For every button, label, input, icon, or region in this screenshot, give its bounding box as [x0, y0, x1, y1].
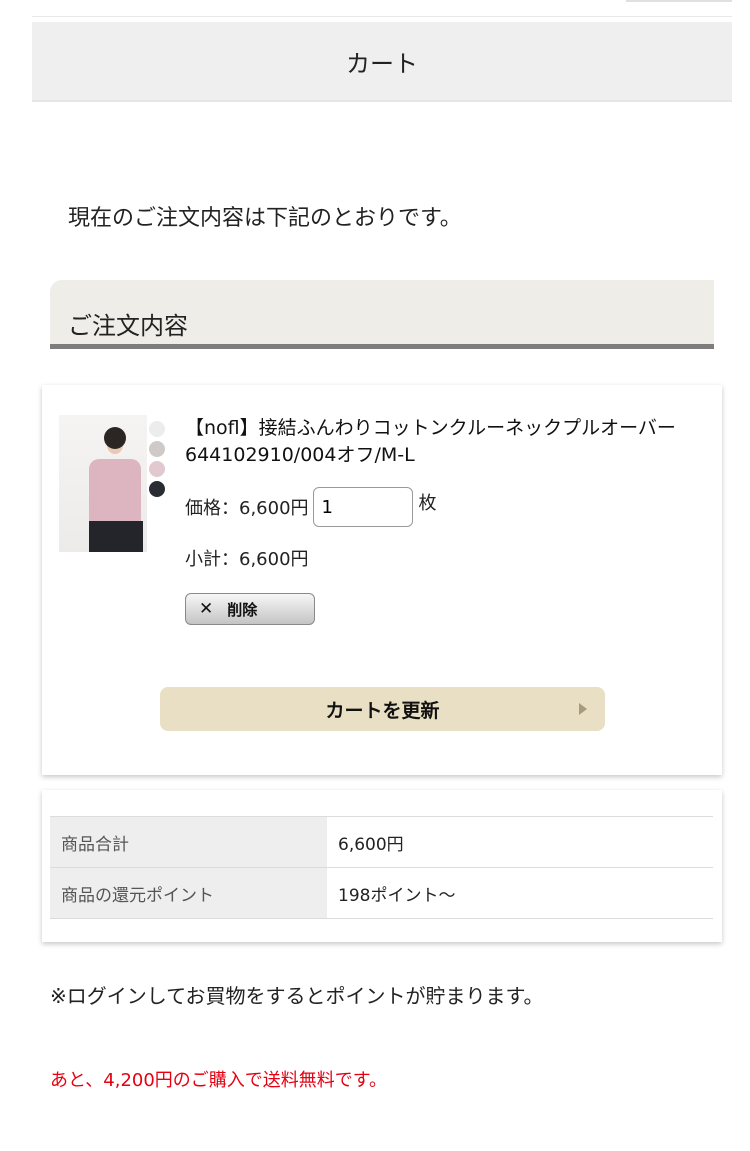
summary-table: 商品合計 6,600円 商品の還元ポイント 198ポイント〜: [50, 816, 713, 919]
item-subtotal: 小計：6,600円: [185, 549, 309, 570]
table-row: 商品の還元ポイント 198ポイント〜: [50, 867, 713, 919]
color-swatch: [149, 481, 165, 497]
item-name[interactable]: 【nofl】接結ふんわりコットンクルーネックプルオーバー 644102910/0…: [185, 415, 705, 469]
color-swatches: [149, 421, 167, 501]
color-swatch: [149, 421, 165, 437]
price-row: 価格：6,600円 枚: [185, 485, 437, 529]
login-note: ※ログインしてお買物をするとポイントが貯まります。: [50, 984, 544, 1008]
top-divider: [32, 16, 732, 17]
page-title: カート: [346, 49, 418, 78]
delete-label: 削除: [227, 600, 258, 619]
intro-text: 現在のご注文内容は下記のとおりです。: [68, 206, 462, 231]
product-image[interactable]: [59, 415, 147, 552]
product-image-pants: [89, 521, 143, 552]
item-price: 価格：6,600円: [185, 498, 309, 519]
close-icon: ✕: [199, 599, 214, 619]
product-image-hair: [104, 427, 126, 449]
color-swatch: [149, 441, 165, 457]
arrow-right-icon: [579, 703, 587, 715]
free-shipping-note: あと、4,200円のご購入で送料無料です。: [50, 1070, 388, 1091]
product-image-shirt: [89, 459, 141, 525]
quantity-input[interactable]: [312, 487, 413, 527]
top-tab-edge: [626, 0, 732, 2]
table-row: 商品合計 6,600円: [50, 816, 713, 868]
cart-header: カート: [32, 22, 732, 102]
update-cart-label: カートを更新: [325, 699, 440, 722]
quantity-unit: 枚: [418, 493, 437, 514]
cart-item-card: 【nofl】接結ふんわりコットンクルーネックプルオーバー 644102910/0…: [42, 385, 722, 775]
delete-button[interactable]: ✕ 削除: [185, 593, 315, 625]
summary-label: 商品の還元ポイント: [50, 867, 327, 919]
order-section-heading: ご注文内容: [50, 280, 714, 349]
update-cart-button[interactable]: カートを更新: [160, 687, 605, 731]
summary-label: 商品合計: [50, 816, 327, 868]
order-section-title: ご注文内容: [68, 312, 188, 340]
order-summary-card: 商品合計 6,600円 商品の還元ポイント 198ポイント〜: [42, 790, 722, 942]
color-swatch: [149, 461, 165, 477]
summary-value: 198ポイント〜: [327, 867, 713, 919]
top-strip: [32, 0, 732, 18]
summary-value: 6,600円: [327, 816, 713, 868]
